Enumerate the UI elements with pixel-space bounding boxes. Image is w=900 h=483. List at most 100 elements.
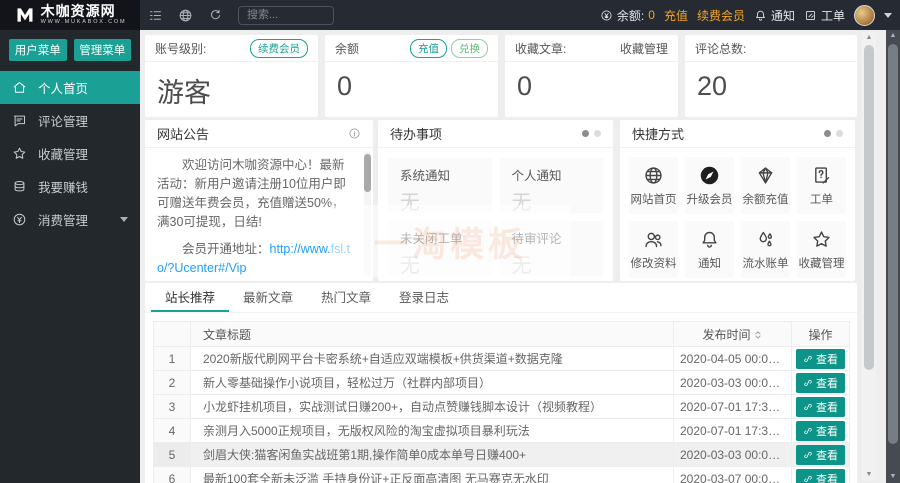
balance-label: 余额:	[616, 8, 645, 23]
row-time: 2020-03-03 00:00:00	[673, 442, 792, 467]
link-icon	[803, 378, 813, 388]
logo-m-icon	[14, 5, 36, 25]
shortcut-edit-profile[interactable]: 修改资料	[629, 221, 678, 278]
content-scrollbar: ▲ ▼	[862, 32, 876, 481]
stat-value: 0	[337, 71, 353, 101]
avatar[interactable]	[854, 4, 875, 26]
shortcuts-panel: 快捷方式 网站首页 升级会员 余额充值 工单 修改资料 通知 流水账单 收藏管理	[620, 120, 855, 281]
favorites-manage-link[interactable]: 收藏管理	[620, 40, 668, 57]
shortcut-notice[interactable]: 通知	[685, 221, 734, 278]
logo-subtitle: WWW.MUKABOX.COM	[40, 19, 127, 26]
sidebar-item-favorites[interactable]: 收藏管理	[0, 137, 140, 170]
comment-icon	[12, 113, 27, 128]
view-button[interactable]: 查看	[796, 372, 845, 393]
scroll-up-icon[interactable]: ▲	[886, 31, 900, 41]
scroll-down-icon[interactable]: ▼	[862, 470, 876, 480]
tab-latest[interactable]: 最新文章	[229, 283, 307, 312]
row-no: 2	[153, 370, 191, 395]
stat-value: 0	[517, 71, 533, 101]
table-row: 4 亲测月入5000正规项目，无版权风险的淘宝虚拟项目暴利玩法 2020-07-…	[153, 418, 850, 443]
row-no: 6	[153, 466, 191, 483]
user-menu-caret-icon[interactable]	[884, 12, 892, 18]
sidebar-item-earn[interactable]: 我要赚钱	[0, 170, 140, 203]
row-no: 3	[153, 394, 191, 419]
exchange-badge[interactable]: 兑换	[451, 38, 488, 58]
sidebar-item-home[interactable]: 个人首页	[0, 71, 140, 104]
tab-hot[interactable]: 热门文章	[307, 283, 385, 312]
star-icon	[811, 229, 832, 250]
spend-icon	[12, 212, 27, 227]
stat-value: 游客	[157, 78, 211, 108]
row-title: 亲测月入5000正规项目，无版权风险的淘宝虚拟项目暴利玩法	[190, 418, 674, 443]
link-icon	[803, 354, 813, 364]
shortcut-upgrade-vip[interactable]: 升级会员	[685, 157, 734, 214]
stat-value: 20	[697, 71, 728, 101]
sidebar: 用户菜单 管理菜单 个人首页 评论管理 收藏管理 我要赚钱 消费管理	[0, 30, 140, 483]
globe-icon	[643, 165, 664, 186]
tab-recommended[interactable]: 站长推荐	[151, 283, 230, 312]
tab-login-log[interactable]: 登录日志	[385, 283, 463, 312]
content-scrollbar-thumb[interactable]	[864, 45, 874, 370]
scroll-up-icon[interactable]: ▲	[862, 33, 876, 43]
carousel-dot[interactable]	[594, 130, 601, 137]
articles-card: 站长推荐 最新文章 热门文章 登录日志 文章标题 发布时间 操作 1 2020新…	[145, 283, 857, 483]
users-icon	[643, 229, 664, 250]
ticket-question-icon	[811, 165, 832, 186]
balance-item[interactable]: 余额: 0	[600, 7, 655, 24]
balance-value: 0	[648, 8, 655, 22]
stat-label: 账号级别:	[155, 41, 207, 56]
shortcut-ticket[interactable]: 工单	[797, 157, 846, 214]
renew-vip-link[interactable]: 续费会员	[697, 7, 745, 24]
renew-vip-badge[interactable]: 续费会员	[250, 38, 308, 58]
notice-link[interactable]: 通知	[754, 7, 795, 24]
stat-card-level: 账号级别: 续费会员 游客	[145, 35, 318, 117]
sidebar-item-comments[interactable]: 评论管理	[0, 104, 140, 137]
shortcut-recharge[interactable]: 余额充值	[741, 157, 790, 214]
admin-menu-button[interactable]: 管理菜单	[73, 39, 131, 61]
announcement-scrollbar-thumb[interactable]	[364, 154, 371, 192]
ticket-link[interactable]: 工单	[804, 7, 845, 24]
window-scrollbar-thumb[interactable]	[888, 44, 898, 444]
row-time: 2020-04-05 00:00:00	[673, 346, 792, 371]
search-input[interactable]	[238, 5, 334, 25]
recharge-badge[interactable]: 充值	[410, 38, 447, 58]
coins-icon	[12, 179, 27, 194]
announcement-line-vip: 会员开通地址：http://www.fsl.to/?Ucenter#/Vip	[157, 242, 351, 275]
row-title: 新人零基础操作小说项目，轻松过万（社群内部项目）	[190, 370, 674, 395]
row-time: 2020-03-07 00:00:00	[673, 466, 792, 483]
row-time: 2020-07-01 17:38:39	[673, 418, 792, 443]
carousel-dot[interactable]	[836, 130, 843, 137]
announcement-body: 欢迎访问木咖资源中心！最新活动：新用户邀请注册10位用户即可赠送年费会员，充值赠…	[145, 148, 373, 280]
todo-panel: 待办事项 系统通知无 个人通知无 未关闭工单无 待审评论无	[378, 120, 613, 281]
site-logo[interactable]: 木咖资源网 WWW.MUKABOX.COM	[0, 0, 140, 30]
todo-system-notice: 系统通知无	[388, 158, 492, 214]
col-header-time: 发布时间	[673, 321, 792, 347]
info-icon[interactable]	[348, 127, 361, 140]
recharge-link[interactable]: 充值	[664, 7, 688, 24]
carousel-dot-active[interactable]	[582, 130, 589, 137]
ticket-icon	[804, 9, 817, 22]
sort-icon[interactable]	[753, 329, 763, 343]
scroll-down-icon[interactable]: ▼	[886, 472, 900, 482]
bell-icon	[754, 9, 767, 22]
shortcut-site-home[interactable]: 网站首页	[629, 157, 678, 214]
view-button[interactable]: 查看	[796, 420, 845, 441]
user-menu-button[interactable]: 用户菜单	[9, 39, 67, 61]
shortcut-billing[interactable]: 流水账单	[741, 221, 790, 278]
panel-title: 待办事项	[390, 127, 443, 142]
compass-icon	[699, 165, 720, 186]
view-button[interactable]: 查看	[796, 468, 845, 483]
carousel-dot-active[interactable]	[824, 130, 831, 137]
view-button[interactable]: 查看	[796, 444, 845, 465]
shortcut-favorites[interactable]: 收藏管理	[797, 221, 846, 278]
stat-label: 收藏文章:	[515, 41, 567, 56]
view-button[interactable]: 查看	[796, 396, 845, 417]
view-button[interactable]: 查看	[796, 348, 845, 369]
stat-card-favorites: 收藏文章: 收藏管理 0	[505, 35, 678, 117]
todo-pending-comments: 待审评论无	[499, 221, 603, 277]
announcement-scrollbar	[364, 152, 371, 276]
menu-toggle-icon[interactable]	[140, 0, 170, 30]
refresh-icon[interactable]	[200, 0, 230, 30]
globe-icon[interactable]	[170, 0, 200, 30]
sidebar-item-spend[interactable]: 消费管理	[0, 203, 140, 236]
